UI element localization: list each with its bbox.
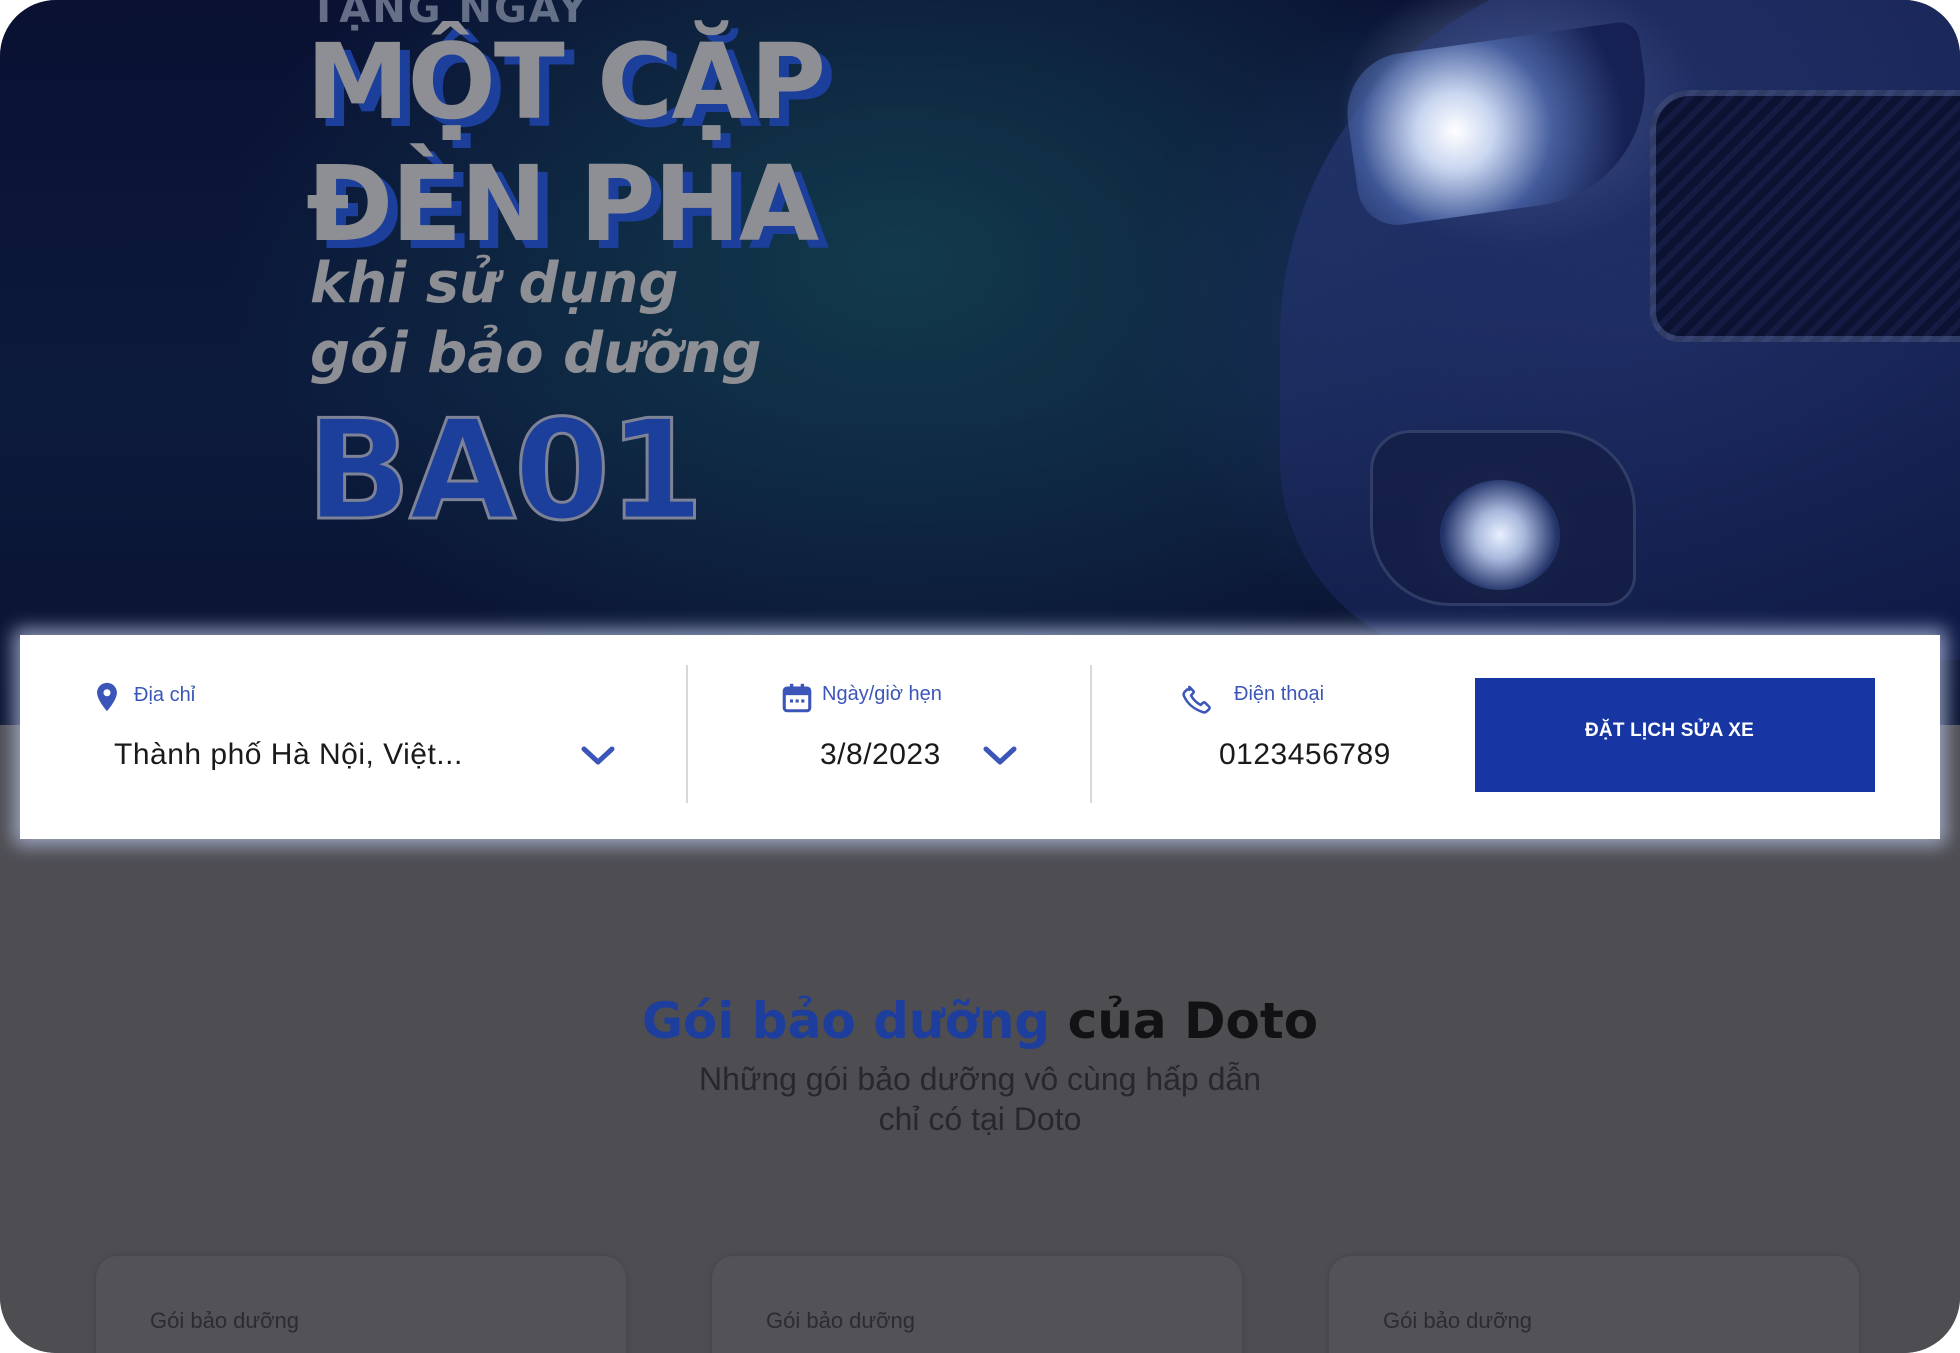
section-title-accent: Gói bảo dưỡng (641, 992, 1051, 1050)
divider (1090, 665, 1092, 803)
address-label: Địa chỉ (134, 684, 196, 706)
package-card-label: Gói bảo dưỡng (1383, 1308, 1533, 1333)
promo-subline1: khi sử dụng (310, 251, 679, 316)
promo-headline-line1: MỘT CẶP (306, 21, 826, 143)
package-card[interactable]: Gói bảo dưỡng (1329, 1256, 1859, 1353)
map-pin-icon (97, 682, 117, 712)
phone-value: 0123456789 (1219, 738, 1391, 771)
section-title: Gói bảo dưỡng của Doto (0, 992, 1960, 1050)
promo-subline2: gói bảo dưỡng (310, 321, 762, 386)
chevron-down-icon (983, 746, 1017, 765)
package-card[interactable]: Gói bảo dưỡng (96, 1256, 626, 1353)
package-card-label: Gói bảo dưỡng (150, 1308, 300, 1333)
chevron-down-icon (581, 746, 615, 765)
date-value: 3/8/2023 (820, 738, 941, 771)
section-subtitle-line1: Những gói bảo dưỡng vô cùng hấp dẫn (698, 1061, 1261, 1097)
date-label: Ngày/giờ hẹn (822, 683, 942, 705)
section-title-plain: của Doto (1067, 992, 1319, 1050)
section-subtitle-line2: chỉ có tại Doto (878, 1101, 1082, 1137)
booking-bar: Địa chỉ Thành phố Hà Nội, Việt... Ngày/g… (20, 635, 1940, 839)
address-value: Thành phố Hà Nội, Việt... (114, 738, 463, 771)
phone-icon (1182, 685, 1211, 714)
promo-code: BA01 (304, 390, 705, 551)
book-repair-button[interactable]: ĐẶT LỊCH SỬA XE (1475, 678, 1875, 792)
phone-field[interactable]: Điện thoại 0123456789 (1094, 635, 1464, 839)
date-field[interactable]: Ngày/giờ hẹn 3/8/2023 (690, 635, 1090, 839)
hero-banner: TẶNG NGAY MỘT CẶP ĐÈN PHA khi sử dụng gó… (0, 0, 1960, 725)
car-grille (1650, 90, 1960, 342)
address-field[interactable]: Địa chỉ Thành phố Hà Nội, Việt... (20, 635, 685, 839)
car-foglight (1440, 480, 1560, 590)
calendar-icon (782, 683, 812, 713)
package-card[interactable]: Gói bảo dưỡng (712, 1256, 1242, 1353)
package-card-label: Gói bảo dưỡng (766, 1308, 916, 1333)
divider (686, 665, 688, 803)
promo-headline-line2: ĐÈN PHA (306, 143, 819, 265)
page-frame: TẶNG NGAY MỘT CẶP ĐÈN PHA khi sử dụng gó… (0, 0, 1960, 1353)
phone-label: Điện thoại (1234, 683, 1325, 705)
